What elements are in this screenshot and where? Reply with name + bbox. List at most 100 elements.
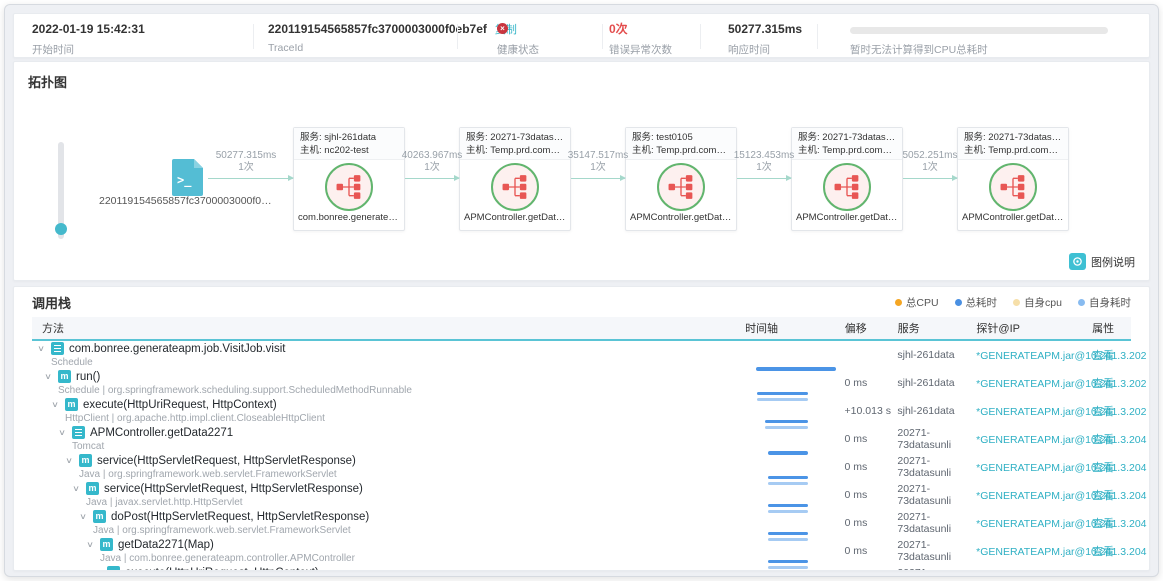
summary-stat-3: 0次错误异常次数: [609, 21, 672, 57]
offset-cell: 0 ms: [845, 433, 898, 445]
stat-value: 0次: [609, 21, 672, 36]
timeline-bar-total: [768, 476, 808, 479]
attr-cell: 查看: [1092, 514, 1131, 532]
edge-time: 50277.315ms: [216, 150, 277, 162]
timeline-bar-self: [768, 510, 808, 513]
method-name: getData2271(Map): [118, 539, 214, 551]
method-cell: ∨mexecute(HttpUriRequest, HttpContext)Ht…: [32, 398, 745, 425]
timeline-bar-self: [768, 482, 808, 485]
trace-summary-bar: 2022-01-19 15:42:31开始时间220119154565857fc…: [13, 13, 1150, 58]
service-sitemap-icon: [657, 163, 705, 211]
topology-node[interactable]: 服务: 20271-73datasunli主机: Temp.prd.comm.v…: [957, 127, 1069, 231]
timeline-bar-total: [756, 367, 836, 371]
node-method-label: com.bonree.generateapm.job.Vis...: [294, 212, 404, 223]
view-attributes-link[interactable]: 查看: [1092, 462, 1114, 474]
node-card-header: 服务: 20271-73datasunli主机: Temp.prd.comm.v…: [460, 128, 570, 160]
method-name: service(HttpServletRequest, HttpServletR…: [104, 483, 363, 495]
collapse-caret-icon[interactable]: ∨: [79, 512, 95, 521]
method-detail: Java | com.bonree.generateapm.controller…: [88, 552, 745, 565]
topology-node[interactable]: 服务: 20271-73datasunli主机: Temp.prd.comm.v…: [791, 127, 903, 231]
table-row[interactable]: ∨mservice(HttpServletRequest, HttpServle…: [32, 453, 1131, 481]
table-row[interactable]: ∨mdoPost(HttpServletRequest, HttpServlet…: [32, 509, 1131, 537]
node-service-label: 服务:: [300, 132, 322, 143]
probe-cell: *GENERATEAPM.jar@10.241.3.204: [976, 458, 1092, 476]
service-cell: 20271-73datasunli: [897, 427, 976, 451]
method-icon: m: [79, 454, 92, 467]
view-attributes-link[interactable]: 查看: [1092, 434, 1114, 446]
probe-cell: *GENERATEAPM.jar@10.241.3.204: [976, 486, 1092, 504]
legend-item: 总耗时: [955, 295, 998, 310]
attr-cell: 查看: [1092, 486, 1131, 504]
node-host-label: 主机:: [466, 145, 488, 156]
legend-help-button[interactable]: 图例说明: [1069, 253, 1135, 270]
service-cell: 20271-73datasunli: [897, 483, 976, 507]
table-row[interactable]: ∨com.bonree.generateapm.job.VisitJob.vis…: [32, 341, 1131, 369]
node-method-label: APMController.getData2273: [958, 212, 1068, 223]
method-icon: m: [107, 566, 120, 571]
view-attributes-link[interactable]: 查看: [1092, 546, 1114, 558]
collapse-caret-icon[interactable]: ∨: [65, 456, 81, 465]
table-row[interactable]: ∨mgetData2271(Map)Java | com.bonree.gene…: [32, 537, 1131, 565]
edge-time: 15123.453ms: [734, 150, 795, 162]
topology-node[interactable]: 服务: sjhl-261data主机: nc202-test com.bonree…: [293, 127, 405, 231]
stat-divider: [253, 24, 254, 49]
topology-node[interactable]: 服务: 20271-73datasunli主机: Temp.prd.comm.v…: [459, 127, 571, 231]
method-detail: Java | javax.servlet.http.HttpServlet: [74, 496, 745, 509]
svg-text:>_: >_: [177, 173, 192, 188]
node-host-value: Temp.prd.comm.vm.by.idc.b...: [656, 145, 730, 156]
collapse-caret-icon[interactable]: ∨: [72, 484, 88, 493]
legend-label: 总耗时: [966, 295, 998, 310]
table-row[interactable]: ∨mrun()Schedule | org.springframework.sc…: [32, 369, 1131, 397]
edge-count: 1次: [902, 162, 957, 174]
stat-divider: [700, 24, 701, 49]
stat-value: ×: [497, 21, 539, 36]
node-service-line: 服务: 20271-73datasunli: [466, 131, 564, 144]
attr-cell: 查看: [1092, 346, 1131, 364]
collapse-caret-icon[interactable]: ∨: [86, 540, 102, 549]
summary-stat-1: 220119154565857fc3700003000f0eb7ef复制Trac…: [268, 21, 517, 54]
method-cell: ∨mexecute(HttpUriRequest, HttpContext): [32, 566, 745, 572]
table-row[interactable]: ∨mexecute(HttpUriRequest, HttpContext)+5…: [32, 565, 1131, 571]
stat-value-text: 2022-01-19 15:42:31: [32, 22, 145, 36]
collapse-caret-icon[interactable]: ∨: [51, 400, 67, 409]
collapse-caret-icon[interactable]: ∨: [44, 372, 60, 381]
node-service-label: 服务:: [964, 132, 986, 143]
edge-count: 1次: [216, 162, 277, 174]
method-cell: ∨mservice(HttpServletRequest, HttpServle…: [32, 454, 745, 481]
legend-dot: [955, 299, 962, 306]
view-attributes-link[interactable]: 查看: [1092, 490, 1114, 502]
attr-cell: 查看: [1092, 570, 1131, 571]
offset-cell: 0 ms: [845, 489, 898, 501]
node-host-line: 主机: Temp.prd.comm.vm.by.idc.b...: [964, 144, 1062, 157]
table-row[interactable]: ∨APMController.getData2271Tomcat0 ms2027…: [32, 425, 1131, 453]
collapse-caret-icon[interactable]: ∨: [93, 568, 109, 571]
edge-count: 1次: [568, 162, 629, 174]
collapse-caret-icon[interactable]: ∨: [37, 344, 53, 353]
edge-arrow: [737, 178, 791, 179]
node-host-line: 主机: nc202-test: [300, 144, 398, 157]
node-service-value: 20271-73datasunli: [490, 132, 564, 143]
view-attributes-link[interactable]: 查看: [1092, 406, 1114, 418]
service-sitemap-icon: [989, 163, 1037, 211]
view-attributes-link[interactable]: 查看: [1092, 518, 1114, 530]
edge-time: 5052.251ms: [902, 150, 957, 162]
table-row[interactable]: ∨mexecute(HttpUriRequest, HttpContext)Ht…: [32, 397, 1131, 425]
callstack-table-header: 方法 时间轴 偏移 服务 探针@IP 属性: [32, 317, 1131, 341]
service-cell: 20271-73datasunli: [897, 567, 976, 571]
edge-label: 40263.967ms1次: [402, 150, 463, 174]
legend-button-label: 图例说明: [1091, 254, 1135, 270]
view-attributes-link[interactable]: 查看: [1092, 378, 1114, 390]
timeline-bar-total: [768, 560, 808, 563]
app-frame: 2022-01-19 15:42:31开始时间220119154565857fc…: [4, 4, 1159, 577]
method-name: execute(HttpUriRequest, HttpContext): [83, 399, 277, 411]
node-host-label: 主机:: [798, 145, 820, 156]
topology-node[interactable]: 服务: test0105主机: Temp.prd.comm.vm.by.idc.…: [625, 127, 737, 231]
node-service-label: 服务:: [632, 132, 654, 143]
edge-label: 35147.517ms1次: [568, 150, 629, 174]
node-service-line: 服务: 20271-73datasunli: [798, 131, 896, 144]
view-attributes-link[interactable]: 查看: [1092, 350, 1114, 362]
table-row[interactable]: ∨mservice(HttpServletRequest, HttpServle…: [32, 481, 1131, 509]
zoom-slider-handle[interactable]: [55, 223, 67, 235]
collapse-caret-icon[interactable]: ∨: [58, 428, 74, 437]
node-service-line: 服务: sjhl-261data: [300, 131, 398, 144]
